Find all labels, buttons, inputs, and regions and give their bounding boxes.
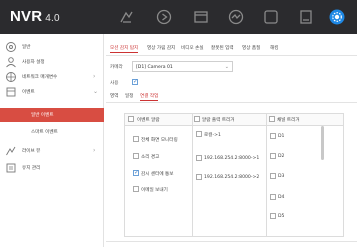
alarm-output-checkbox[interactable] — [196, 131, 202, 137]
alarm-output-checkbox[interactable] — [196, 155, 202, 161]
file-icon[interactable] — [192, 8, 210, 26]
user-icon — [5, 56, 17, 68]
storage-icon[interactable] — [297, 8, 315, 26]
channel-trigger-checkbox[interactable] — [270, 194, 276, 200]
channel-label: D5 — [278, 214, 285, 219]
column-divider — [192, 114, 193, 236]
tab-hacking[interactable]: 해킹 — [270, 45, 278, 51]
sidebar: 일반 사용자 설정 네트워크 매개변수 › 이벤트 ⌄ 일반 이벤트 스마트 이… — [0, 34, 104, 247]
subtabs-divider — [106, 102, 357, 103]
sidebar-item-general[interactable]: 일반 — [0, 39, 104, 55]
sidebar-item-label: 일반 — [22, 45, 31, 50]
column-divider — [266, 114, 267, 236]
select-all-alarm-checkbox[interactable] — [128, 116, 134, 122]
sidebar-item-event[interactable]: 이벤트 ⌄ — [0, 84, 104, 100]
tab-video-tampering[interactable]: 영상 가림 감지 — [147, 45, 175, 51]
live-view-icon — [5, 145, 17, 157]
alarm-output-checkbox[interactable] — [196, 174, 202, 180]
general-icon — [5, 41, 17, 53]
backup-icon[interactable] — [262, 8, 280, 26]
app-logo: NVR 4.0 — [10, 8, 60, 25]
sidebar-item-label: 유지 관리 — [22, 166, 41, 171]
sidebar-subitem-smart-event[interactable]: 스마트 이벤트 — [0, 125, 104, 139]
chevron-right-icon: › — [93, 73, 96, 80]
live-view-icon[interactable] — [118, 8, 136, 26]
enable-checkbox[interactable] — [132, 78, 138, 85]
tab-video-quality[interactable]: 영상 품질 — [242, 45, 260, 51]
sidebar-item-network[interactable]: 네트워크 매개변수 › — [0, 69, 104, 85]
channel-label: D3 — [278, 174, 285, 179]
sidebar-subitem-label: 일반 이벤트 — [31, 113, 54, 118]
top-bar: NVR 4.0 — [0, 0, 357, 34]
alarm-output-label: 192.168.254.2:8000->2 — [204, 175, 260, 180]
sidebar-item-label: 이벤트 — [22, 90, 35, 95]
channel-trigger-checkbox[interactable] — [270, 173, 276, 179]
send-email-checkbox[interactable] — [133, 186, 139, 192]
send-email-label: 이메일 보내기 — [141, 188, 168, 193]
network-icon — [5, 71, 17, 83]
channel-trigger-checkbox[interactable] — [270, 133, 276, 139]
channel-label: D4 — [278, 195, 285, 200]
bottom-divider — [106, 241, 357, 242]
fullscreen-monitor-label: 전체 화면 모니터링 — [141, 138, 178, 143]
enable-label: 사용 — [110, 81, 119, 86]
chevron-down-icon: ⌄ — [93, 88, 99, 95]
chevron-down-icon: ⌄ — [224, 64, 229, 70]
select-all-channel-checkbox[interactable] — [269, 116, 275, 122]
channel-list-scrollbar[interactable] — [321, 126, 324, 160]
sidebar-item-live-view[interactable]: 라이브 뷰 › — [0, 143, 104, 159]
sidebar-subitem-label: 스마트 이벤트 — [31, 130, 58, 135]
alarm-output-label: 192.168.254.2:8000->1 — [204, 156, 260, 161]
fullscreen-monitor-checkbox[interactable] — [133, 136, 139, 142]
alarm-output-label: 로컬->1 — [204, 133, 221, 138]
subtab-linkage[interactable]: 연결 작업 — [140, 93, 159, 101]
camera-select[interactable]: [D1] Camera 01 ⌄ — [132, 61, 233, 72]
tab-video-loss[interactable]: 비디오 손실 — [181, 45, 204, 51]
header-channel-trigger: 채널 트리거 — [277, 118, 300, 123]
header-alarm-output: 알람 출력 트리거 — [202, 118, 235, 123]
event-icon — [5, 86, 17, 98]
tab-motion-detection[interactable]: 모션 감지 탐지 — [110, 45, 139, 53]
audible-warning-checkbox[interactable] — [133, 153, 139, 159]
channel-trigger-checkbox[interactable] — [270, 213, 276, 219]
sidebar-subitem-general-event[interactable]: 일반 이벤트 — [0, 108, 104, 122]
settings-gear-icon[interactable] — [328, 8, 346, 26]
tabs-divider — [106, 55, 357, 56]
audible-warning-label: 소리 경고 — [141, 155, 160, 160]
sidebar-item-label: 네트워크 매개변수 — [22, 75, 58, 80]
tab-illegal-input[interactable]: 잘못된 입력 — [211, 45, 234, 51]
brand-name: NVR — [10, 8, 43, 25]
header-event-alarm: 이벤트 알람 — [137, 118, 160, 123]
sidebar-item-maintenance[interactable]: 유지 관리 — [0, 160, 104, 176]
camera-select-value: [D1] Camera 01 — [136, 65, 173, 70]
brand-version: 4.0 — [45, 13, 60, 24]
channel-trigger-checkbox[interactable] — [270, 153, 276, 159]
notify-center-checkbox[interactable] — [133, 169, 139, 176]
notify-center-label: 감시 센터에 통보 — [141, 172, 174, 177]
camera-label: 카메라 — [110, 65, 123, 70]
maintenance-icon — [5, 162, 17, 174]
sidebar-item-label: 사용자 설정 — [22, 60, 45, 65]
chevron-right-icon: › — [93, 147, 96, 154]
analytics-icon[interactable] — [227, 8, 245, 26]
channel-label: D2 — [278, 154, 285, 159]
playback-icon[interactable] — [155, 8, 173, 26]
subtab-area[interactable]: 영역 — [110, 93, 118, 99]
sidebar-item-label: 라이브 뷰 — [22, 149, 41, 154]
sidebar-item-user[interactable]: 사용자 설정 — [0, 54, 104, 70]
select-all-output-checkbox[interactable] — [194, 116, 200, 122]
subtab-schedule[interactable]: 일정 — [125, 93, 133, 99]
channel-label: D1 — [278, 134, 285, 139]
